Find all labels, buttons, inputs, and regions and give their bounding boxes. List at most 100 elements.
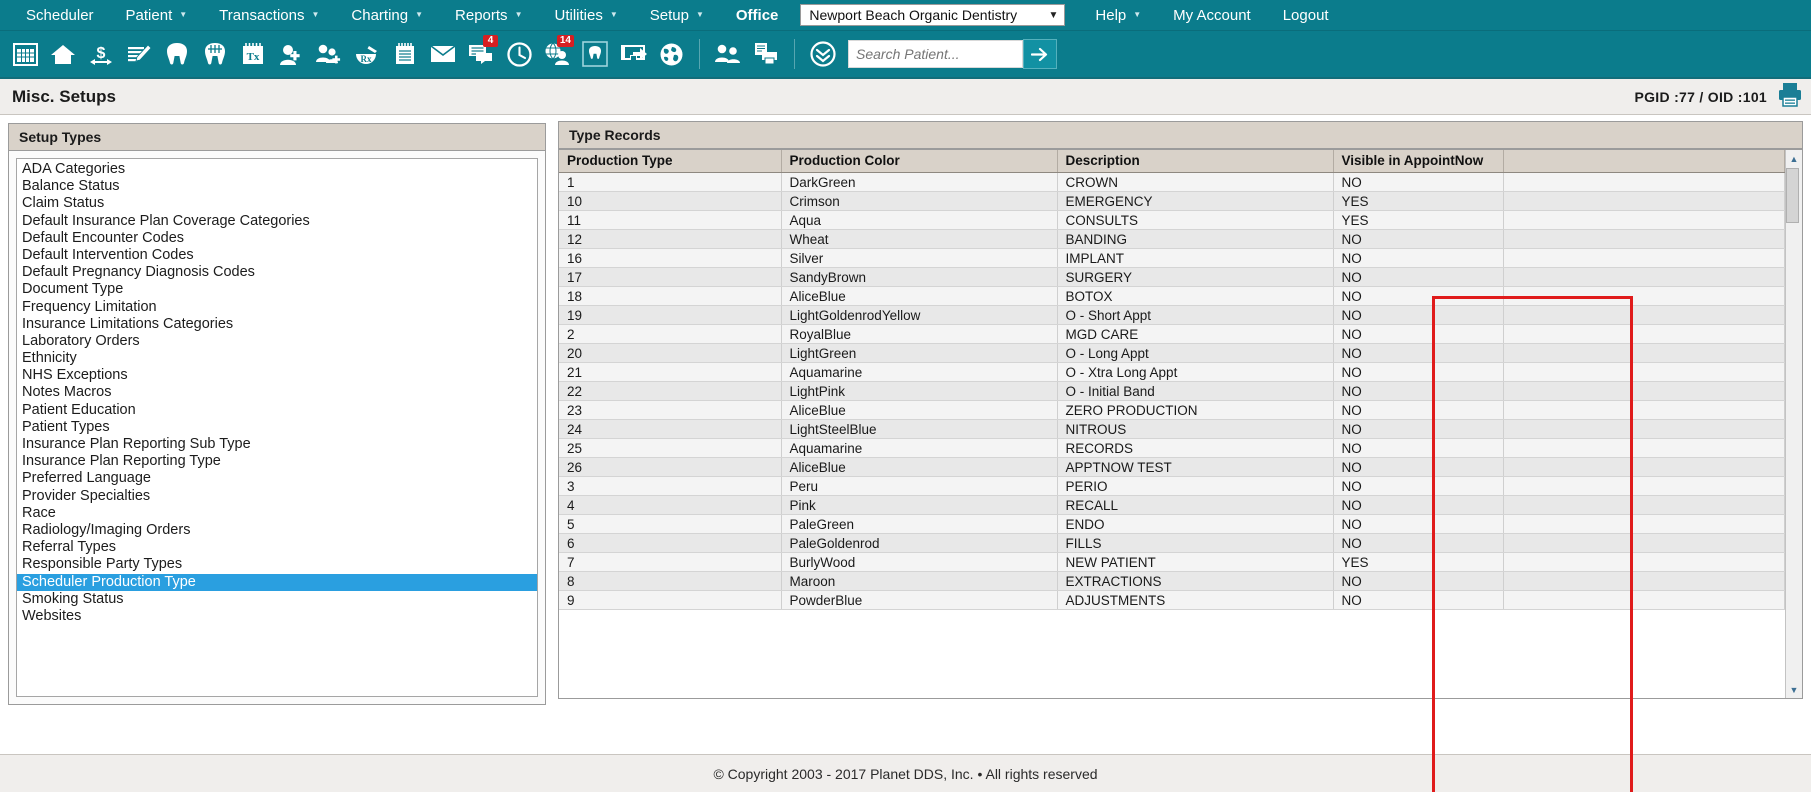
table-row[interactable]: 18 AliceBlue BOTOX NO [559, 286, 1785, 306]
setup-types-list[interactable]: ADA Categories Balance Status Claim Status… [16, 158, 538, 697]
scroll-up-button[interactable]: ▲ [1785, 150, 1802, 167]
column-header-description[interactable]: Description [1057, 150, 1334, 173]
table-row[interactable]: 7 BurlyWood NEW PATIENT YES [559, 552, 1785, 572]
add-family-icon[interactable] [310, 34, 348, 74]
setup-type-item[interactable]: Notes Macros [17, 384, 537, 401]
users-group-icon[interactable] [709, 34, 747, 74]
messages-chat-icon[interactable]: 4 [462, 34, 500, 74]
menu-item-my-account[interactable]: My Account [1157, 0, 1267, 31]
setup-type-item[interactable]: Websites [17, 608, 537, 625]
setup-type-item[interactable]: NHS Exceptions [17, 367, 537, 384]
table-row[interactable]: 12 Wheat BANDING NO [559, 229, 1785, 249]
table-row[interactable]: 22 LightPink O - Initial Band NO [559, 381, 1785, 401]
setup-type-item[interactable]: Radiology/Imaging Orders [17, 522, 537, 539]
vertical-scrollbar[interactable]: ▲ ▼ [1785, 150, 1802, 698]
table-row[interactable]: 23 AliceBlue ZERO PRODUCTION NO [559, 400, 1785, 420]
office-select[interactable]: Newport Beach Organic Dentistry ▼ [800, 4, 1066, 26]
scroll-down-button[interactable]: ▼ [1785, 681, 1802, 698]
setup-type-item[interactable]: Provider Specialties [17, 488, 537, 505]
tooth-framed-icon[interactable] [576, 34, 614, 74]
table-row[interactable]: 1 DarkGreen CROWN NO [559, 172, 1785, 192]
cell-production-color: BurlyWood [781, 552, 1058, 572]
setup-type-item[interactable]: Default Pregnancy Diagnosis Codes [17, 264, 537, 281]
global-patient-search-icon[interactable]: 14 [538, 34, 576, 74]
setup-type-item[interactable]: Patient Types [17, 419, 537, 436]
setup-type-item[interactable]: Default Encounter Codes [17, 230, 537, 247]
table-row[interactable]: 19 LightGoldenrodYellow O - Short Appt NO [559, 305, 1785, 325]
setup-type-item[interactable]: Race [17, 505, 537, 522]
notes-pad-icon[interactable] [386, 34, 424, 74]
setup-type-item[interactable]: Responsible Party Types [17, 556, 537, 573]
table-row[interactable]: 3 Peru PERIO NO [559, 476, 1785, 496]
menu-item-help[interactable]: Help ▼ [1079, 0, 1157, 31]
cell-description: FILLS [1057, 533, 1334, 553]
table-row[interactable]: 4 Pink RECALL NO [559, 495, 1785, 515]
setup-type-item[interactable]: Claim Status [17, 195, 537, 212]
prescription-rx-icon[interactable]: Rx [348, 34, 386, 74]
setup-type-item[interactable]: Laboratory Orders [17, 333, 537, 350]
globe-icon[interactable] [652, 34, 690, 74]
setup-type-item[interactable]: Insurance Limitations Categories [17, 316, 537, 333]
table-row[interactable]: 26 AliceBlue APPTNOW TEST NO [559, 457, 1785, 477]
chevrons-down-icon[interactable] [804, 34, 842, 74]
cell-production-type: 7 [559, 552, 782, 572]
cell-visible-in-appointnow: YES [1333, 552, 1504, 572]
setup-type-item[interactable]: ADA Categories [17, 161, 537, 178]
table-row[interactable]: 8 Maroon EXTRACTIONS NO [559, 571, 1785, 591]
treatment-plan-tx-icon[interactable]: Tx [234, 34, 272, 74]
table-row[interactable]: 9 PowderBlue ADJUSTMENTS NO [559, 590, 1785, 610]
setup-type-item[interactable]: Referral Types [17, 539, 537, 556]
screen-arrow-icon[interactable] [614, 34, 652, 74]
tooth-icon[interactable] [158, 34, 196, 74]
table-row[interactable]: 21 Aquamarine O - Xtra Long Appt NO [559, 362, 1785, 382]
menu-item-charting[interactable]: Charting ▼ [335, 0, 439, 31]
setup-type-item[interactable]: Balance Status [17, 178, 537, 195]
table-row[interactable]: 16 Silver IMPLANT NO [559, 248, 1785, 268]
menu-item-transactions[interactable]: Transactions ▼ [203, 0, 335, 31]
setup-type-item[interactable]: Insurance Plan Reporting Sub Type [17, 436, 537, 453]
table-row[interactable]: 11 Aqua CONSULTS YES [559, 210, 1785, 230]
search-input[interactable] [848, 40, 1023, 68]
table-row[interactable]: 5 PaleGreen ENDO NO [559, 514, 1785, 534]
table-row[interactable]: 17 SandyBrown SURGERY NO [559, 267, 1785, 287]
setup-type-item[interactable]: Frequency Limitation [17, 299, 537, 316]
setup-type-item[interactable]: Preferred Language [17, 470, 537, 487]
home-icon[interactable] [44, 34, 82, 74]
setup-type-item[interactable]: Insurance Plan Reporting Type [17, 453, 537, 470]
clock-icon[interactable] [500, 34, 538, 74]
column-header-visible-in-appointnow[interactable]: Visible in AppointNow [1333, 150, 1504, 173]
print-documents-icon[interactable] [747, 34, 785, 74]
setup-type-item[interactable]: Patient Education [17, 402, 537, 419]
setup-type-item[interactable]: Smoking Status [17, 591, 537, 608]
menu-item-logout[interactable]: Logout [1267, 0, 1345, 31]
add-patient-icon[interactable] [272, 34, 310, 74]
table-row[interactable]: 10 Crimson EMERGENCY YES [559, 191, 1785, 211]
menu-item-scheduler[interactable]: Scheduler [10, 0, 110, 31]
setup-type-item[interactable]: Default Insurance Plan Coverage Categori… [17, 213, 537, 230]
dollar-transfer-icon[interactable]: $ [82, 34, 120, 74]
setup-type-item[interactable]: Scheduler Production Type [17, 573, 537, 591]
menu-item-reports[interactable]: Reports ▼ [439, 0, 538, 31]
tooth-perio-icon[interactable] [196, 34, 234, 74]
table-row[interactable]: 20 LightGreen O - Long Appt NO [559, 343, 1785, 363]
setup-type-item[interactable]: Ethnicity [17, 350, 537, 367]
column-header-production-color[interactable]: Production Color [781, 150, 1058, 173]
table-row[interactable]: 6 PaleGoldenrod FILLS NO [559, 533, 1785, 553]
column-header-production-type[interactable]: Production Type [559, 150, 782, 173]
cell-filler [1503, 191, 1785, 211]
calendar-grid-icon[interactable] [6, 34, 44, 74]
email-envelope-icon[interactable] [424, 34, 462, 74]
setup-type-item[interactable]: Document Type [17, 281, 537, 298]
menu-item-utilities[interactable]: Utilities ▼ [538, 0, 633, 31]
scrollbar-thumb[interactable] [1785, 168, 1799, 223]
setup-type-item[interactable]: Default Intervention Codes [17, 247, 537, 264]
svg-text:$: $ [97, 45, 106, 62]
menu-item-setup[interactable]: Setup ▼ [634, 0, 720, 31]
table-row[interactable]: 24 LightSteelBlue NITROUS NO [559, 419, 1785, 439]
chart-pencil-icon[interactable] [120, 34, 158, 74]
search-submit-button[interactable] [1023, 39, 1057, 69]
printer-icon[interactable] [1777, 82, 1803, 112]
menu-item-patient[interactable]: Patient ▼ [110, 0, 204, 31]
table-row[interactable]: 25 Aquamarine RECORDS NO [559, 438, 1785, 458]
table-row[interactable]: 2 RoyalBlue MGD CARE NO [559, 324, 1785, 344]
